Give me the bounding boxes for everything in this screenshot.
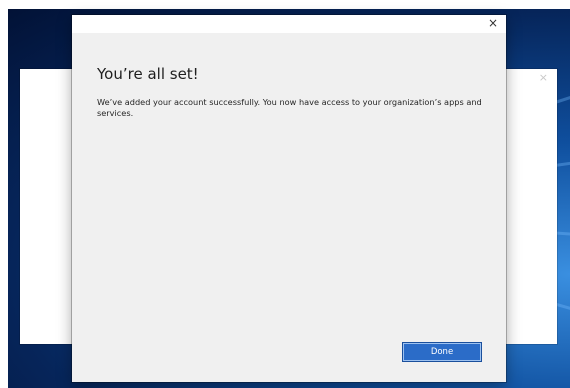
account-added-dialog: × You’re all set! We’ve added your accou…	[72, 15, 506, 382]
dialog-heading: You’re all set!	[97, 65, 199, 83]
close-icon[interactable]: ×	[488, 16, 498, 30]
close-icon[interactable]: ×	[539, 71, 548, 84]
dialog-titlebar: ×	[72, 15, 506, 33]
dialog-message: We’ve added your account successfully. Y…	[97, 97, 482, 118]
done-button[interactable]: Done	[402, 342, 482, 362]
